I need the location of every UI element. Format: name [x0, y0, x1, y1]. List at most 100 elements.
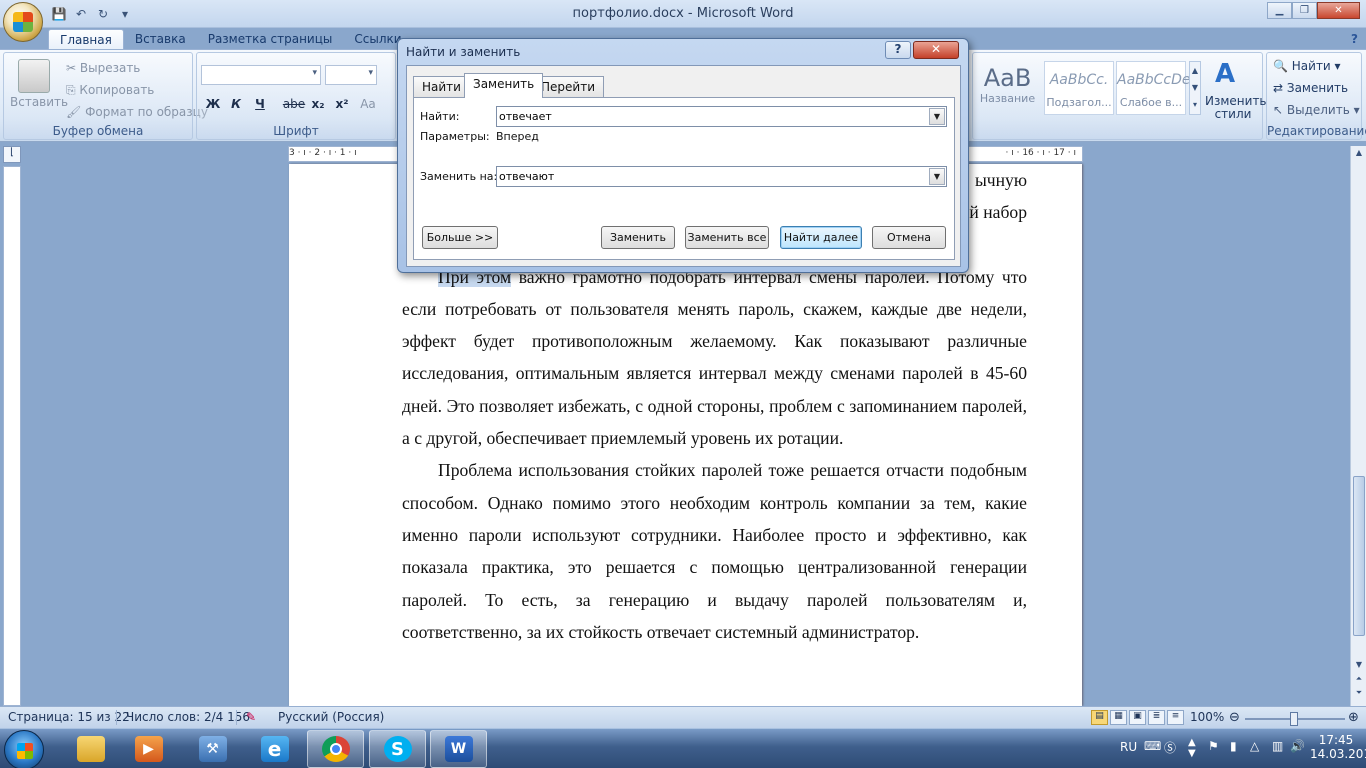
word-count[interactable]: Число слов: 2/4 156: [126, 710, 250, 724]
tray-chevron-icon[interactable]: ▲ ▼: [1188, 737, 1196, 759]
find-next-button[interactable]: Найти далее: [780, 226, 862, 249]
taskbar-explorer[interactable]: [62, 730, 119, 768]
find-history-dropdown[interactable]: ▼: [929, 108, 945, 125]
paragraph-1: При этом важно грамотно подобрать интерв…: [402, 261, 1027, 455]
strikethrough-button[interactable]: abe: [283, 94, 305, 114]
change-styles-icon: A: [1215, 59, 1236, 89]
page-indicator[interactable]: Страница: 15 из 22: [8, 710, 130, 724]
scroll-thumb[interactable]: [1353, 476, 1365, 636]
zoom-level[interactable]: 100%: [1190, 710, 1224, 724]
ruler-right-marks: · ı · 16 · ı · 17 · ı: [1005, 148, 1076, 158]
clipboard-group-label: Буфер обмена: [52, 124, 144, 138]
tab-find[interactable]: Найти: [413, 76, 470, 97]
format-painter-button[interactable]: 🖌 Формат по образцу: [66, 105, 208, 119]
clock[interactable]: 17:45 14.03.2015: [1310, 733, 1366, 761]
zoom-out-icon[interactable]: ⊖: [1229, 710, 1240, 725]
minimize-button[interactable]: ▁: [1267, 2, 1292, 19]
taskbar-ie[interactable]: e: [246, 730, 303, 768]
flag-icon[interactable]: ⚑: [1208, 739, 1219, 753]
battery-icon[interactable]: ▮: [1230, 739, 1237, 753]
find-replace-dialog: Найти и заменить ? ✕ Найти Заменить Пере…: [397, 38, 969, 273]
dialog-close-button[interactable]: ✕: [913, 41, 959, 59]
taskbar-skype[interactable]: S: [369, 730, 426, 768]
vertical-scrollbar[interactable]: ▲ ▼ ⏶ ⏷: [1350, 146, 1366, 706]
scroll-up-icon[interactable]: ▲: [1353, 148, 1365, 160]
tab-replace[interactable]: Заменить: [464, 73, 544, 98]
prev-page-icon[interactable]: ⏶: [1353, 674, 1365, 686]
paste-icon[interactable]: [18, 59, 50, 93]
taskbar-chrome[interactable]: [307, 730, 364, 768]
cut-button[interactable]: ✂ Вырезать: [66, 61, 140, 75]
paste-button[interactable]: Вставить: [10, 95, 68, 109]
start-button[interactable]: [4, 730, 44, 768]
taskbar-media-player[interactable]: ▶: [120, 730, 177, 768]
style-subtle-emphasis[interactable]: AaBbCcDe Слабое в...: [1116, 61, 1191, 115]
close-button[interactable]: ✕: [1317, 2, 1360, 19]
language-indicator-tray[interactable]: RU: [1120, 740, 1137, 754]
copy-button[interactable]: ⎘ Копировать: [66, 83, 154, 98]
status-separator: [236, 710, 237, 725]
full-screen-view-button[interactable]: ▦: [1110, 710, 1127, 725]
office-button[interactable]: [3, 2, 43, 42]
replace-history-dropdown[interactable]: ▼: [929, 168, 945, 185]
replace-input[interactable]: отвечают ▼: [496, 166, 947, 187]
chrome-icon: [321, 736, 350, 762]
select-button[interactable]: ↖ Выделить ▾: [1273, 103, 1360, 117]
change-styles-button[interactable]: Изменить стили: [1205, 95, 1267, 121]
superscript-button[interactable]: x²: [331, 94, 353, 114]
proofing-icon[interactable]: ✎: [246, 710, 256, 724]
replace-one-button[interactable]: Заменить: [601, 226, 675, 249]
network-icon[interactable]: ▥: [1272, 739, 1283, 753]
bold-button[interactable]: Ж: [202, 94, 224, 114]
tab-insert[interactable]: Вставка: [124, 29, 197, 50]
maximize-button[interactable]: ❐: [1292, 2, 1317, 19]
draft-view-button[interactable]: ≡: [1167, 710, 1184, 725]
volume-icon[interactable]: 🔊: [1290, 739, 1305, 753]
style-subtitle[interactable]: AaBbCc. Подзагол...: [1044, 61, 1114, 115]
underline-button[interactable]: Ч: [249, 94, 271, 114]
tab-page-layout[interactable]: Разметка страницы: [197, 29, 344, 50]
clock-time: 17:45: [1318, 733, 1354, 747]
windows-logo-icon: [17, 743, 33, 759]
find-input-value: отвечает: [499, 110, 552, 123]
google-drive-icon[interactable]: △: [1250, 739, 1259, 753]
cancel-button[interactable]: Отмена: [872, 226, 946, 249]
style-subtle-preview: AaBbCcDe: [1117, 72, 1191, 88]
tab-home[interactable]: Главная: [48, 29, 124, 50]
print-layout-view-button[interactable]: ▤: [1091, 710, 1108, 725]
zoom-slider-thumb[interactable]: [1290, 712, 1298, 726]
skype-tray-icon[interactable]: Ⓢ: [1164, 739, 1176, 756]
scroll-down-icon[interactable]: ▼: [1353, 660, 1365, 672]
taskbar-tools[interactable]: ⚒: [184, 730, 241, 768]
dialog-help-button[interactable]: ?: [885, 41, 911, 59]
keyboard-icon[interactable]: ⌨: [1144, 739, 1161, 753]
help-icon[interactable]: ?: [1351, 32, 1358, 46]
font-size-combo[interactable]: [325, 65, 377, 85]
tab-selector[interactable]: ⌊: [3, 146, 21, 163]
explorer-icon: [76, 736, 105, 762]
replace-button[interactable]: ⇄ Заменить: [1273, 81, 1348, 95]
more-button[interactable]: Больше >>: [422, 226, 498, 249]
taskbar-word[interactable]: W: [430, 730, 487, 768]
font-name-combo[interactable]: [201, 65, 321, 85]
replace-input-value: отвечают: [499, 170, 555, 183]
paragraph-1-text: важно грамотно подобрать интервал смены …: [402, 266, 1028, 449]
find-button[interactable]: 🔍 Найти ▾: [1273, 59, 1341, 73]
ruler-left-marks: 3 · ı · 2 · ı · 1 · ı: [289, 148, 357, 158]
change-case-button[interactable]: Aa: [357, 94, 379, 114]
find-input[interactable]: отвечает ▼: [496, 106, 947, 127]
web-view-button[interactable]: ▣: [1129, 710, 1146, 725]
subscript-button[interactable]: x₂: [307, 94, 329, 114]
style-subtitle-preview: AaBbCc.: [1049, 72, 1109, 88]
next-page-icon[interactable]: ⏷: [1353, 688, 1365, 700]
title-bar: 💾 ↶ ↻ ▾ портфолио.docx - Microsoft Word …: [0, 0, 1366, 28]
replace-all-button[interactable]: Заменить все: [685, 226, 769, 249]
language-indicator[interactable]: Русский (Россия): [278, 710, 384, 724]
style-title[interactable]: AaB Название: [971, 61, 1044, 115]
font-group-label: Шрифт: [273, 124, 319, 138]
font-group: Ж К Ч abe x₂ x² Aa Шрифт: [196, 52, 396, 140]
styles-scroll[interactable]: ▲ ▼ ▾: [1189, 61, 1201, 115]
outline-view-button[interactable]: ≣: [1148, 710, 1165, 725]
zoom-in-icon[interactable]: ⊕: [1348, 710, 1359, 725]
italic-button[interactable]: К: [225, 94, 247, 114]
